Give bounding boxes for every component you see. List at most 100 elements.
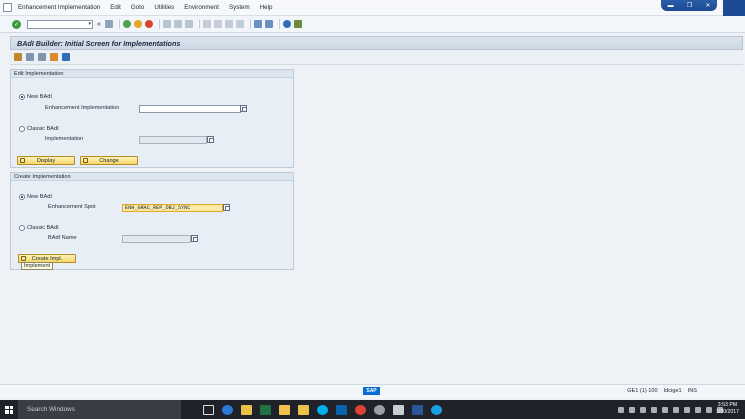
enhancement-implementation-input[interactable]	[139, 105, 241, 113]
system-toolbar: ✓ ▾ «	[0, 16, 745, 33]
folder-icon[interactable]	[298, 404, 309, 415]
enter-checkmark-icon[interactable]: ✓	[12, 19, 21, 29]
tray-icon[interactable]	[640, 406, 646, 413]
find-next-icon[interactable]	[184, 20, 193, 28]
user-id: Idcige1	[663, 388, 682, 394]
radio-unselected-icon[interactable]	[19, 225, 25, 231]
outlook-icon[interactable]	[336, 404, 347, 415]
tray-icon[interactable]	[618, 406, 624, 413]
display-button[interactable]: Display	[17, 156, 75, 165]
command-field[interactable]: ▾	[27, 19, 93, 29]
task-view-icon[interactable]	[203, 404, 214, 415]
file-explorer-icon[interactable]	[241, 404, 252, 415]
create-classic-badi-radio[interactable]: Classic BAdI	[19, 225, 59, 231]
edge-icon[interactable]	[222, 404, 233, 415]
toolbar-separator	[158, 19, 160, 29]
excel-icon[interactable]	[260, 404, 271, 415]
sap-corner-decoration	[723, 0, 745, 16]
menu-edit[interactable]: Edit	[110, 4, 121, 11]
menu-enhancement-implementation[interactable]: Enhancement Implementation	[18, 4, 100, 11]
create-classic-badi-label: Classic BAdI	[27, 225, 59, 231]
badi-name-input[interactable]	[122, 235, 191, 243]
radio-selected-icon[interactable]	[19, 94, 25, 100]
edit-classic-badi-radio[interactable]: Classic BAdI	[19, 126, 59, 132]
information-icon[interactable]	[62, 53, 70, 61]
word-icon[interactable]	[412, 404, 423, 415]
edit-new-badi-radio[interactable]: New BAdI	[19, 94, 52, 100]
application-toolbar	[10, 50, 743, 65]
first-page-icon[interactable]	[202, 20, 211, 28]
sap-logon-icon[interactable]	[279, 404, 290, 415]
edit-implementation-title: Edit Implementation	[11, 70, 293, 78]
copy-icon[interactable]	[38, 53, 46, 61]
close-icon[interactable]: ✕	[705, 2, 710, 9]
back-icon[interactable]	[122, 20, 131, 28]
next-page-icon[interactable]	[224, 20, 233, 28]
implementation-label: Implementation	[45, 136, 84, 142]
network-icon[interactable]	[695, 406, 701, 413]
start-button[interactable]	[0, 400, 18, 419]
toolbar-separator	[278, 19, 280, 29]
menu-system[interactable]: System	[229, 4, 250, 11]
chevron-down-icon[interactable]: ▾	[88, 21, 91, 27]
help-icon[interactable]	[282, 20, 291, 28]
tray-icon[interactable]	[651, 406, 657, 413]
tray-icon[interactable]	[629, 406, 635, 413]
menu-goto[interactable]: Goto	[131, 4, 144, 11]
windows-logo-icon	[5, 405, 13, 414]
search-windows-box[interactable]: Search Windows	[18, 400, 181, 419]
sap-logo: SAP	[363, 387, 380, 395]
tray-icon[interactable]	[684, 406, 690, 413]
menu-utilities[interactable]: Utilities	[154, 4, 174, 11]
change-button[interactable]: Change	[80, 156, 138, 165]
where-used-icon[interactable]	[50, 53, 58, 61]
menu-help[interactable]: Help	[260, 4, 273, 11]
cancel-icon[interactable]	[144, 20, 153, 28]
app-icon[interactable]	[393, 404, 404, 415]
window-controls: ▬ ❐ ✕	[661, 0, 717, 11]
menu-bar: Enhancement Implementation Edit Goto Uti…	[0, 0, 745, 16]
value-help-icon[interactable]	[240, 105, 247, 112]
radio-unselected-icon[interactable]	[19, 126, 25, 132]
internet-explorer-icon[interactable]	[431, 404, 442, 415]
enhancement-spot-input[interactable]: ENH_GRAC_REP_OBJ_SYNC	[122, 204, 223, 212]
enhancement-implementation-label: Enhancement Implementation	[45, 105, 120, 111]
settings-gear-icon[interactable]	[374, 404, 385, 415]
minimize-icon[interactable]: ▬	[668, 3, 674, 9]
radio-selected-icon[interactable]	[19, 194, 25, 200]
other-object-icon[interactable]	[14, 53, 22, 61]
page-title-bar: BAdI Builder: Initial Screen for Impleme…	[10, 36, 743, 50]
system-id[interactable]: GE1 (1) 100	[627, 388, 657, 394]
create-implementation-title: Create Implementation	[11, 173, 293, 181]
restore-icon[interactable]: ❐	[687, 2, 692, 9]
value-help-icon[interactable]	[223, 204, 230, 211]
volume-icon[interactable]	[706, 406, 712, 413]
toolbar-separator	[249, 19, 251, 29]
taskbar-clock[interactable]: 3:53 PM 1/30/2017	[716, 402, 739, 416]
print-icon[interactable]	[162, 20, 171, 28]
customize-layout-icon[interactable]	[293, 20, 302, 28]
exit-icon[interactable]	[133, 20, 142, 28]
tray-icon[interactable]	[673, 406, 679, 413]
value-help-icon[interactable]	[191, 235, 198, 242]
page-title: BAdI Builder: Initial Screen for Impleme…	[17, 38, 181, 48]
find-icon[interactable]	[173, 20, 182, 28]
new-session-icon[interactable]	[253, 20, 262, 28]
implementation-input[interactable]	[139, 136, 207, 144]
chrome-icon[interactable]	[355, 404, 366, 415]
shortcut-icon[interactable]	[264, 20, 273, 28]
menu-environment[interactable]: Environment	[184, 4, 219, 11]
clock-time: 3:53 PM	[717, 402, 738, 408]
tray-icon[interactable]	[662, 406, 668, 413]
save-icon[interactable]	[104, 20, 113, 28]
delete-icon[interactable]	[26, 53, 34, 61]
value-help-icon[interactable]	[207, 136, 214, 143]
sap-menu-icon[interactable]	[3, 3, 12, 12]
create-icon	[21, 256, 26, 261]
create-new-badi-radio[interactable]: New BAdI	[19, 194, 52, 200]
skype-icon[interactable]	[317, 404, 328, 415]
last-page-icon[interactable]	[235, 20, 244, 28]
edit-new-badi-label: New BAdI	[27, 94, 52, 100]
fast-forward-icon[interactable]: «	[97, 21, 101, 28]
previous-page-icon[interactable]	[213, 20, 222, 28]
